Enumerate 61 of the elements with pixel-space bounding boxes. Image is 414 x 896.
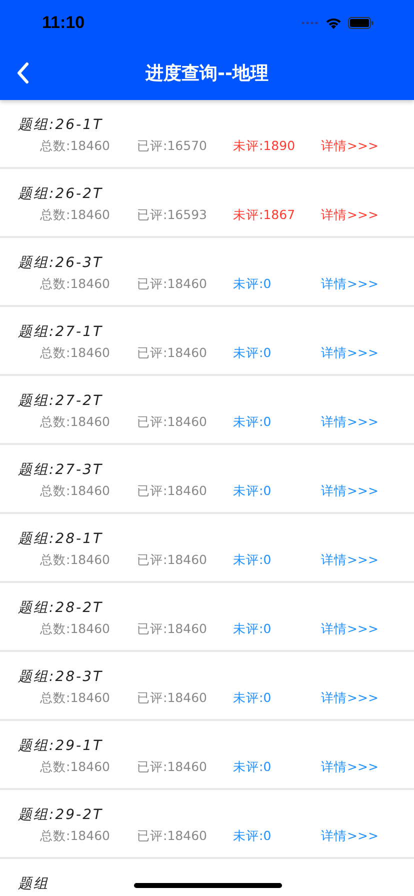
page-title: 进度查询--地理 xyxy=(146,62,268,85)
reviewed-count: 已评:18460 xyxy=(137,414,207,431)
group-title: 题组:27-3T xyxy=(18,461,104,479)
group-title: 题组:29-2T xyxy=(18,806,104,824)
pending-count: 未评:0 xyxy=(233,828,272,845)
group-title: 题组 xyxy=(18,875,49,893)
details-link[interactable]: 详情>>> xyxy=(321,414,378,431)
group-title: 题组:26-2T xyxy=(18,185,104,203)
pending-count: 未评:0 xyxy=(233,690,272,707)
reviewed-count: 已评:18460 xyxy=(137,759,207,776)
reviewed-count: 已评:16570 xyxy=(137,138,207,155)
pending-count: 未评:0 xyxy=(233,276,272,293)
reviewed-count: 已评:18460 xyxy=(137,276,207,293)
reviewed-count: 已评:18460 xyxy=(137,690,207,707)
pending-count: 未评:0 xyxy=(233,483,272,500)
reviewed-count: 已评:18460 xyxy=(137,552,207,569)
group-title: 题组:27-2T xyxy=(18,392,104,410)
status-time: 11:10 xyxy=(42,13,85,33)
details-link[interactable]: 详情>>> xyxy=(321,483,378,500)
group-title: 题组:28-2T xyxy=(18,599,104,617)
total-count: 总数:18460 xyxy=(40,276,110,293)
total-count: 总数:18460 xyxy=(40,690,110,707)
group-title: 题组:26-1T xyxy=(18,116,104,134)
pending-count: 未评:1867 xyxy=(233,207,296,224)
total-count: 总数:18460 xyxy=(40,138,110,155)
details-link[interactable]: 详情>>> xyxy=(321,759,378,776)
details-link[interactable]: 详情>>> xyxy=(321,828,378,845)
details-link[interactable]: 详情>>> xyxy=(321,690,378,707)
total-count: 总数:18460 xyxy=(40,621,110,638)
group-title: 题组:26-3T xyxy=(18,254,104,272)
group-title: 题组:28-3T xyxy=(18,668,104,686)
reviewed-count: 已评:18460 xyxy=(137,483,207,500)
total-count: 总数:18460 xyxy=(40,207,110,224)
reviewed-count: 已评:18460 xyxy=(137,621,207,638)
details-link[interactable]: 详情>>> xyxy=(321,207,378,224)
total-count: 总数:18460 xyxy=(40,828,110,845)
pending-count: 未评:0 xyxy=(233,552,272,569)
signal-icon xyxy=(301,21,319,25)
battery-icon xyxy=(348,17,374,29)
group-title: 题组:27-1T xyxy=(18,323,104,341)
details-link[interactable]: 详情>>> xyxy=(321,621,378,638)
details-link[interactable]: 详情>>> xyxy=(321,276,378,293)
total-count: 总数:18460 xyxy=(40,414,110,431)
total-count: 总数:18460 xyxy=(40,483,110,500)
total-count: 总数:18460 xyxy=(40,345,110,362)
pending-count: 未评:0 xyxy=(233,621,272,638)
group-title: 题组:29-1T xyxy=(18,737,104,755)
reviewed-count: 已评:18460 xyxy=(137,828,207,845)
details-link[interactable]: 详情>>> xyxy=(321,552,378,569)
wifi-icon xyxy=(325,17,342,29)
pending-count: 未评:1890 xyxy=(233,138,296,155)
pending-count: 未评:0 xyxy=(233,759,272,776)
total-count: 总数:18460 xyxy=(40,552,110,569)
reviewed-count: 已评:18460 xyxy=(137,345,207,362)
group-title: 题组:28-1T xyxy=(18,530,104,548)
details-link[interactable]: 详情>>> xyxy=(321,345,378,362)
pending-count: 未评:0 xyxy=(233,345,272,362)
pending-count: 未评:0 xyxy=(233,414,272,431)
total-count: 总数:18460 xyxy=(40,759,110,776)
reviewed-count: 已评:16593 xyxy=(137,207,207,224)
details-link[interactable]: 详情>>> xyxy=(321,138,378,155)
